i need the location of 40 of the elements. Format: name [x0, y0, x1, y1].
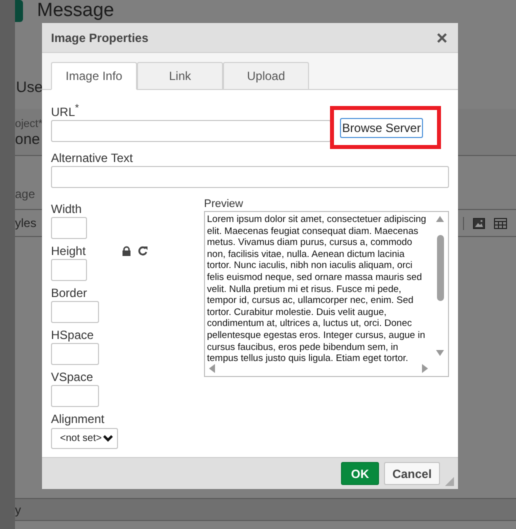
number-field[interactable]: [51, 301, 99, 323]
field-value: one: [15, 130, 40, 150]
tab[interactable]: Upload: [223, 62, 309, 90]
ok-button[interactable]: OK: [341, 462, 379, 485]
tab[interactable]: Image Info: [51, 62, 137, 90]
toolbar-label[interactable]: yles: [15, 216, 36, 230]
alternative-text-field[interactable]: [51, 166, 449, 188]
field-label: Height: [51, 244, 86, 258]
number-field[interactable]: [51, 343, 99, 365]
preview-label: Preview: [204, 198, 244, 210]
app-icon: [15, 0, 23, 22]
field-label: Border: [51, 286, 88, 300]
field-label: URL$^{*}$: [51, 102, 80, 119]
field-label: oject*: [15, 118, 43, 130]
number-field[interactable]: [51, 385, 99, 407]
reset-icon[interactable]: [138, 246, 148, 256]
field-label: Alignment: [51, 412, 104, 426]
tab[interactable]: Link: [137, 62, 223, 90]
table-icon[interactable]: [494, 218, 507, 228]
field-label: Use: [16, 79, 43, 97]
cancel-button[interactable]: Cancel: [384, 462, 440, 485]
lock-icon[interactable]: [122, 246, 131, 256]
footer-label: y: [15, 502, 21, 516]
number-field[interactable]: [51, 217, 87, 239]
page-heading: Message: [37, 0, 114, 22]
section-label: age: [15, 187, 36, 201]
chevron-icon: [103, 435, 113, 442]
alignment-select[interactable]: <not set>: [51, 428, 118, 449]
field-label: HSpace: [51, 328, 94, 342]
close-icon[interactable]: [437, 32, 447, 42]
field-label: Width: [51, 202, 82, 216]
dialog-title: Image Properties: [51, 30, 150, 44]
browse-server-button[interactable]: Browse Server: [340, 118, 423, 138]
field-label: VSpace: [51, 370, 94, 384]
field-label: Alternative Text: [51, 151, 134, 165]
url-field[interactable]: [51, 120, 331, 142]
image-icon[interactable]: [473, 218, 485, 228]
resize-grip-icon[interactable]: [445, 477, 454, 486]
preview-text: Lorem ipsum dolor sit amet, consectetuer adipiscing elit. Maecenas feugiat consequat diam. Maecenas metus. Vivamus diam purus, cursus a, commodo non, facilisis vitae, nulla. Aenean dictum lacinia tortor. Nunc iaculis, nibh non iaculis aliquam, orci felis euismod neque, sed ornare massa mauris sed velit. Nulla pretium mi et risus. Fusce mi pede, tempor id, cursus ac, ullamcorper nec, enim. Sed tortor. Curabitur molestie. Duis velit augue, condimentum at, ultrices a, luctus ut, orci. Donec pellentesque egestas eros. Integer cursus, augue in cursus faucibus, eros pede bibendum sem, in tempus tellus justo quis ligula. Etiam eget tortor.: [206, 213, 428, 365]
number-field[interactable]: [51, 259, 87, 281]
